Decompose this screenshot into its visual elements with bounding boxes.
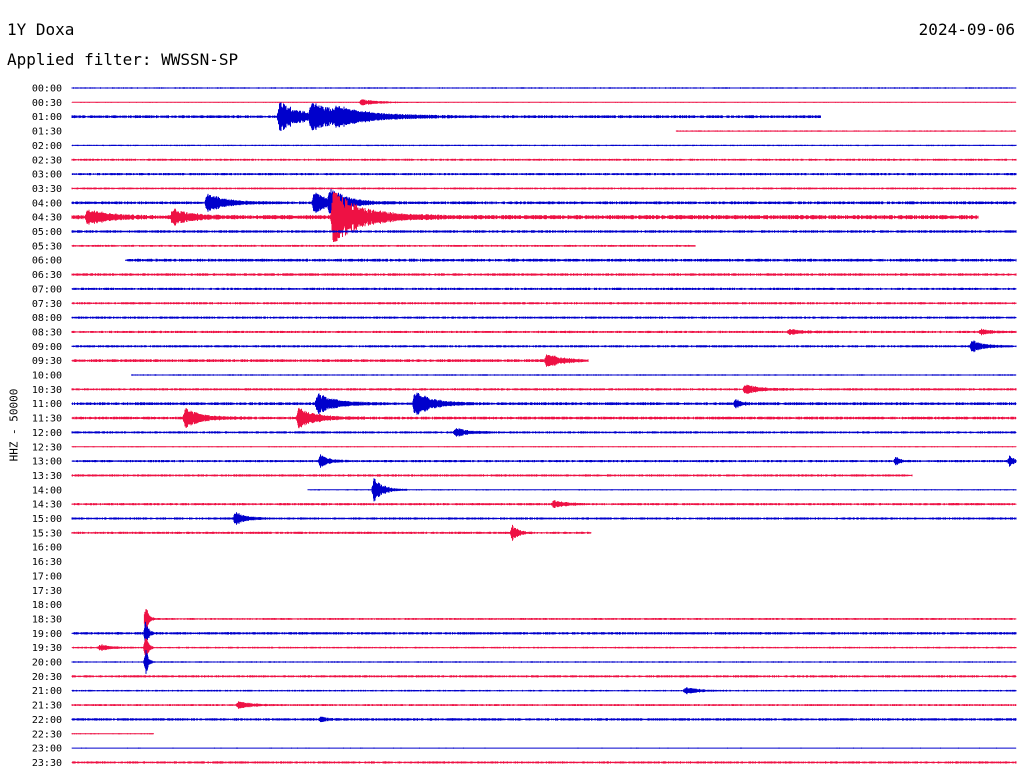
trace-1130: [71, 407, 1017, 429]
trace-1000: [131, 374, 1017, 376]
helicorder-plot: 00:00 00:30 01:00 01:30 02:00 02:30 03:00 03:30…: [32, 84, 1017, 769]
trace-1430: [71, 500, 1017, 508]
row-time-label: 13:00: [32, 457, 62, 468]
trace-0330: [71, 187, 1017, 190]
trace-0300: [71, 173, 1017, 176]
row-time-label: 12:00: [32, 428, 62, 439]
trace-1300: [71, 454, 1017, 468]
trace-0230: [71, 158, 1017, 161]
row-time-label: 02:30: [32, 155, 62, 166]
trace-2230: [71, 733, 154, 735]
trace-0700: [71, 287, 1017, 290]
row-time-label: 22:30: [32, 729, 62, 740]
trace-2200: [71, 716, 1017, 723]
row-time-label: 03:30: [32, 184, 62, 195]
row-time-label: 15:00: [32, 514, 62, 525]
row-time-label: 21:00: [32, 686, 62, 697]
row-time-label: 21:30: [32, 701, 62, 712]
row-time-label: 23:30: [32, 758, 62, 769]
trace-0400: [71, 189, 1017, 217]
row-time-label: 16:30: [32, 557, 62, 568]
row-time-label: 00:00: [32, 84, 62, 95]
trace-1930: [71, 638, 1017, 657]
row-time-label: 17:30: [32, 586, 62, 597]
row-time-label: 14:00: [32, 485, 62, 496]
row-time-label: 06:00: [32, 256, 62, 267]
trace-0730: [71, 302, 1017, 305]
trace-0930: [71, 354, 589, 367]
row-time-label: 10:00: [32, 371, 62, 382]
row-time-label: 14:30: [32, 500, 62, 511]
trace-0200: [71, 144, 1017, 147]
trace-1100: [71, 392, 1017, 415]
row-time-label: 20:00: [32, 658, 62, 669]
row-time-label: 03:00: [32, 170, 62, 181]
row-time-label: 13:30: [32, 471, 62, 482]
trace-0630: [71, 273, 1017, 276]
trace-2330: [71, 761, 1017, 764]
row-time-label: 22:00: [32, 715, 62, 726]
row-time-label: 01:30: [32, 127, 62, 138]
trace-1200: [71, 428, 1017, 437]
row-time-label: 04:00: [32, 198, 62, 209]
row-time-label: 10:30: [32, 385, 62, 396]
row-time-label: 09:30: [32, 356, 62, 367]
row-time-label: 08:30: [32, 327, 62, 338]
trace-0000: [71, 87, 1017, 89]
row-time-label: 20:30: [32, 672, 62, 683]
trace-0900: [71, 340, 1017, 353]
trace-0830: [71, 328, 1017, 336]
trace-1030: [71, 384, 1017, 394]
row-time-label: 18:30: [32, 614, 62, 625]
row-time-label: 05:00: [32, 227, 62, 238]
trace-1900: [71, 621, 1017, 645]
trace-1230: [71, 446, 1017, 448]
row-time-label: 11:30: [32, 414, 62, 425]
row-time-label: 18:00: [32, 600, 62, 611]
trace-2030: [71, 675, 1017, 678]
row-time-label: 08:00: [32, 313, 62, 324]
row-time-label: 00:30: [32, 98, 62, 109]
trace-1330: [71, 474, 913, 477]
row-time-label: 19:00: [32, 629, 62, 640]
row-time-label: 01:00: [32, 112, 62, 123]
row-time-label: 19:30: [32, 643, 62, 654]
row-time-label: 12:30: [32, 442, 62, 453]
trace-1530: [71, 524, 592, 541]
trace-0100: [71, 102, 821, 131]
row-time-label: 06:30: [32, 270, 62, 281]
row-time-label: 07:30: [32, 299, 62, 310]
trace-0130: [675, 130, 1017, 132]
trace-2100: [71, 687, 1017, 695]
row-time-label: 15:30: [32, 528, 62, 539]
row-time-label: 05:30: [32, 241, 62, 252]
trace-0530: [71, 244, 696, 247]
trace-2130: [71, 701, 1017, 709]
row-time-label: 04:30: [32, 213, 62, 224]
trace-2300: [71, 747, 1017, 749]
trace-0600: [125, 258, 1017, 262]
row-time-label: 11:00: [32, 399, 62, 410]
row-time-label: 02:00: [32, 141, 62, 152]
trace-1500: [71, 512, 1017, 525]
row-time-label: 09:00: [32, 342, 62, 353]
trace-0800: [71, 316, 1017, 319]
row-time-label: 23:00: [32, 744, 62, 755]
trace-1830: [143, 609, 1017, 629]
row-time-label: 07:00: [32, 284, 62, 295]
row-time-label: 17:00: [32, 571, 62, 582]
trace-0500: [71, 230, 1017, 233]
trace-2000: [71, 650, 1017, 674]
trace-1400: [307, 478, 1017, 502]
trace-0030: [71, 99, 1017, 106]
row-time-label: 16:00: [32, 543, 62, 554]
